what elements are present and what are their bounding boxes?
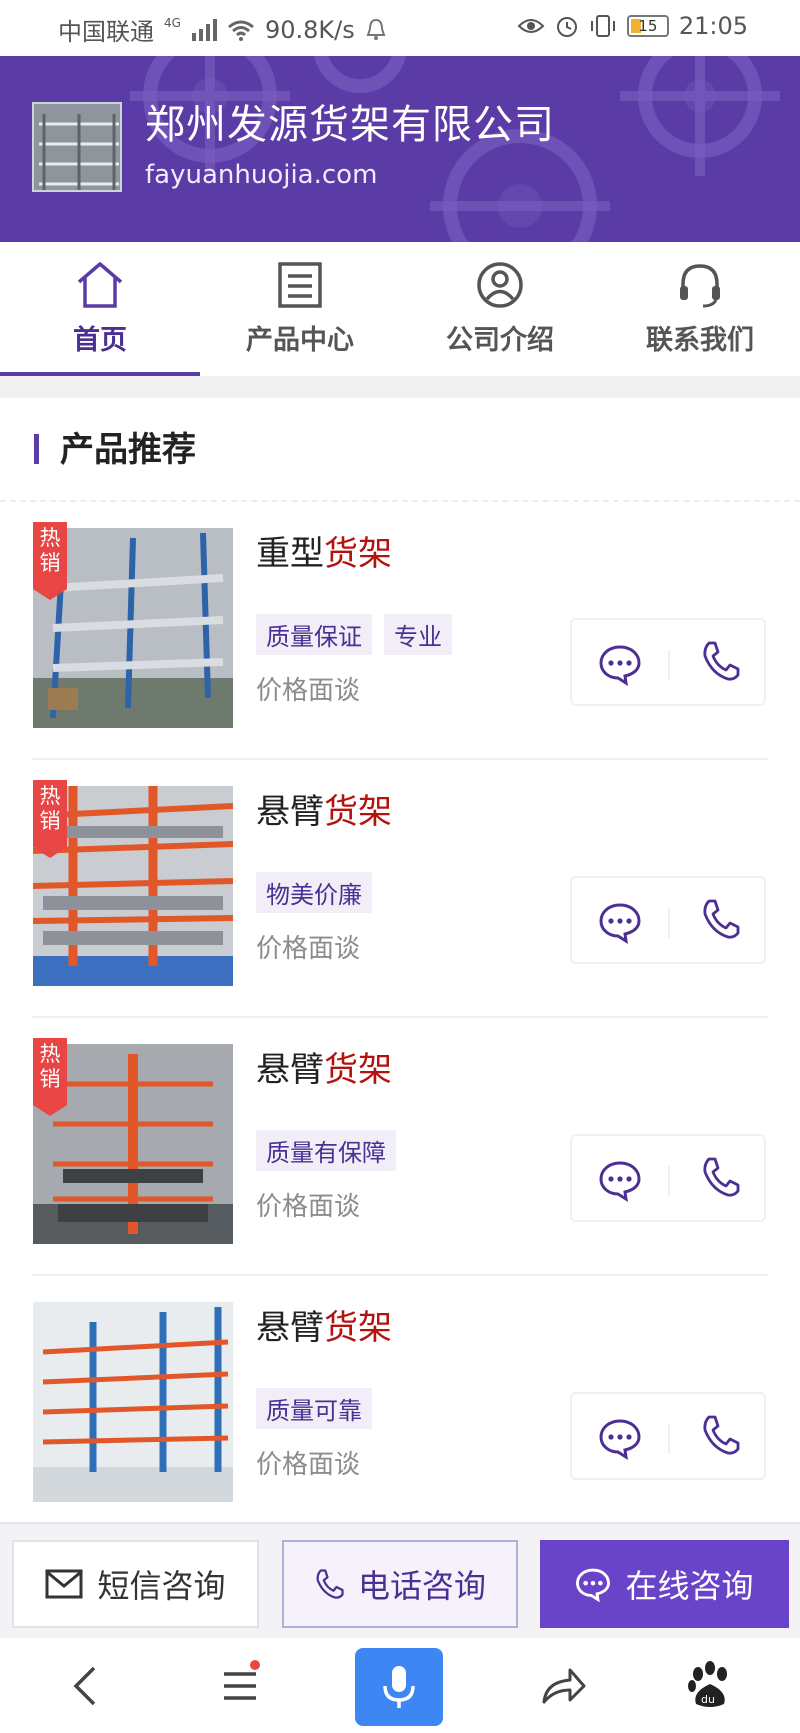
- nav-divider: [0, 376, 800, 398]
- chat-icon[interactable]: [598, 1416, 642, 1460]
- product-tags: 质量保证 专业: [256, 614, 452, 655]
- product-tags: 物美价廉: [256, 872, 372, 913]
- product-tag: 专业: [384, 614, 452, 655]
- chat-icon: [576, 1568, 611, 1602]
- tab-about[interactable]: 公司介绍: [400, 242, 600, 376]
- action-divider: [668, 1166, 670, 1196]
- action-divider: [668, 908, 670, 938]
- product-price: 价格面谈: [256, 934, 361, 964]
- online-consult-label: 在线咨询: [625, 1567, 754, 1605]
- phone-icon: [316, 1569, 344, 1599]
- consult-bar: 短信咨询 电话咨询 在线咨询: [0, 1522, 800, 1638]
- list-icon: [278, 262, 322, 308]
- product-tags: 质量可靠: [256, 1388, 372, 1429]
- product-name[interactable]: 重型货架: [256, 526, 392, 575]
- product-actions: [570, 876, 766, 964]
- product-name[interactable]: 悬臂货架: [256, 1300, 392, 1349]
- product-tags: 质量有保障: [256, 1130, 396, 1171]
- signal-icon: [191, 18, 217, 41]
- vibrate-icon: [590, 15, 615, 37]
- sms-consult-label: 短信咨询: [97, 1567, 226, 1605]
- hot-badge: 热销: [33, 780, 67, 858]
- wifi-icon: [227, 20, 254, 41]
- back-icon[interactable]: [58, 1656, 118, 1716]
- hot-badge: 热销: [33, 522, 67, 600]
- user-circle-icon: [477, 262, 523, 308]
- alarm-icon: [556, 17, 577, 37]
- product-name[interactable]: 悬臂货架: [256, 1042, 392, 1091]
- product-card[interactable]: 热销 重型货架 质量保证 专业 价格面谈: [0, 502, 800, 760]
- hot-badge: 热销: [33, 1038, 67, 1116]
- section-marker: [34, 434, 39, 464]
- network-speed: 90.8K/s: [264, 15, 355, 44]
- share-icon[interactable]: [532, 1656, 592, 1716]
- phone-icon[interactable]: [700, 898, 740, 940]
- sms-consult-button[interactable]: 短信咨询: [12, 1540, 259, 1628]
- product-tag: 物美价廉: [256, 872, 372, 913]
- menu-icon[interactable]: [210, 1656, 270, 1716]
- company-domain: fayuanhuojia.com: [145, 160, 378, 190]
- network-type: 4G: [164, 15, 181, 30]
- section-header: 产品推荐: [0, 398, 800, 502]
- product-price: 价格面谈: [256, 676, 361, 706]
- tab-home[interactable]: 首页: [0, 242, 200, 376]
- company-name: 郑州发源货架有限公司: [145, 102, 555, 148]
- phone-icon[interactable]: [700, 640, 740, 682]
- section-title: 产品推荐: [60, 430, 196, 470]
- battery-icon: 15: [626, 15, 669, 37]
- notification-dot: [250, 1660, 260, 1670]
- action-divider: [668, 650, 670, 680]
- chat-icon[interactable]: [598, 1158, 642, 1202]
- eye-icon: [517, 19, 545, 33]
- notification-icon: [366, 18, 386, 40]
- product-actions: [570, 1134, 766, 1222]
- product-price: 价格面谈: [256, 1450, 361, 1480]
- product-card[interactable]: 热销 悬臂货架 质量有保障 价格面谈: [0, 1018, 800, 1276]
- online-consult-button[interactable]: 在线咨询: [540, 1540, 789, 1628]
- clock: 21:05: [678, 12, 748, 40]
- headset-icon: [680, 264, 720, 308]
- home-icon: [77, 262, 123, 308]
- product-actions: [570, 1392, 766, 1480]
- tab-products[interactable]: 产品中心: [200, 242, 400, 376]
- product-tag: 质量有保障: [256, 1130, 396, 1171]
- carrier-label: 中国联通: [58, 18, 154, 46]
- microphone-icon: [383, 1666, 415, 1708]
- product-card[interactable]: 悬臂货架 质量可靠 价格面谈: [0, 1276, 800, 1534]
- product-image[interactable]: [33, 1302, 233, 1502]
- chat-icon[interactable]: [598, 900, 642, 944]
- voice-search-button[interactable]: [355, 1648, 443, 1726]
- company-logo: [32, 102, 122, 192]
- product-tag: 质量可靠: [256, 1388, 372, 1429]
- product-name[interactable]: 悬臂货架: [256, 784, 392, 833]
- phone-consult-label: 电话咨询: [357, 1567, 486, 1605]
- action-divider: [668, 1424, 670, 1454]
- tab-contact[interactable]: 联系我们: [600, 242, 800, 376]
- baidu-paw-icon[interactable]: du: [680, 1656, 740, 1716]
- tab-home-label: 首页: [73, 325, 127, 356]
- main-nav: 首页 产品中心 公司介绍 联系我们: [0, 242, 800, 376]
- tab-about-label: 公司介绍: [446, 325, 554, 356]
- product-actions: [570, 618, 766, 706]
- chat-icon[interactable]: [598, 642, 642, 686]
- tab-contact-label: 联系我们: [646, 325, 754, 356]
- product-price: 价格面谈: [256, 1192, 361, 1222]
- status-bar: 中国联通 4G 90.8K/s 15 21:05: [0, 0, 800, 56]
- header-banner: 郑州发源货架有限公司 fayuanhuojia.com: [0, 56, 800, 242]
- envelope-icon: [45, 1569, 83, 1599]
- product-card[interactable]: 热销 悬臂货架 物美价廉 价格面谈: [0, 760, 800, 1018]
- phone-icon[interactable]: [700, 1156, 740, 1198]
- phone-icon[interactable]: [700, 1414, 740, 1456]
- tab-products-label: 产品中心: [246, 325, 354, 356]
- browser-toolbar: du: [0, 1638, 800, 1733]
- phone-consult-button[interactable]: 电话咨询: [282, 1540, 518, 1628]
- product-tag: 质量保证: [256, 614, 372, 655]
- svg-text:du: du: [701, 1693, 715, 1706]
